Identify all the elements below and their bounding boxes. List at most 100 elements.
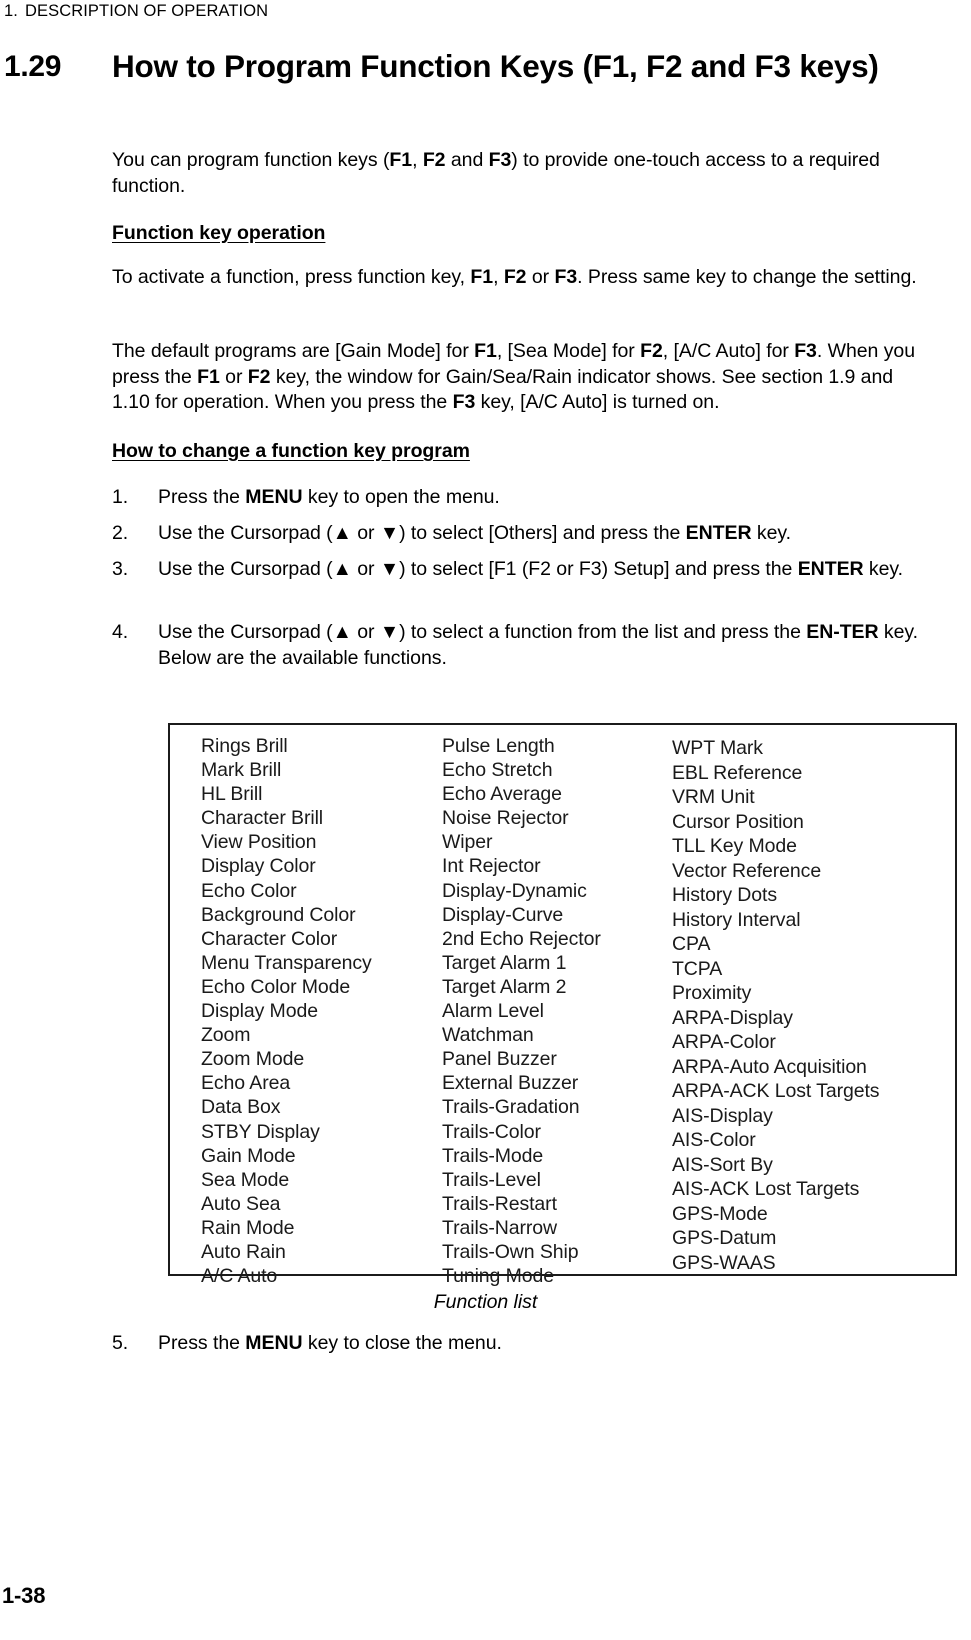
section-heading: 1.29 How to Program Function Keys (F1, F… [4,47,964,85]
function-list-item: Trails-Color [442,1120,541,1143]
function-list-item: Target Alarm 2 [442,975,567,998]
function-list-item: A/C Auto [201,1265,278,1288]
step-2-text-2: key. [751,522,791,544]
function-list-item: Echo Average [442,783,562,806]
function-list-item: VRM Unit [672,786,755,808]
function-list-item: Display-Curve [442,903,564,926]
step-4-text-1: Use the Cursorpad (▲ or ▼) to select a f… [158,621,807,643]
function-list-item: EBL Reference [672,761,803,784]
function-list-item: Pulse Length [442,735,555,757]
function-list-item: Character Color [201,927,338,950]
function-list-item: Rings Brill [201,735,288,757]
function-list-item: View Position [201,831,317,854]
activate-paragraph: To activate a function, press function k… [112,265,934,291]
function-list-item: Auto Sea [201,1192,281,1215]
key-f1: F1 [474,340,497,362]
step-5-text-1: Press the [158,1332,246,1354]
key-f2: F2 [503,266,527,288]
intro-text-2: , [412,149,423,171]
function-list-item: CPA [672,933,711,955]
function-list-item: Trails-Narrow [442,1216,557,1239]
function-list-item: Zoom Mode [201,1048,305,1071]
function-list-item: TLL Key Mode [672,835,797,857]
function-list-item: Trails-Restart [442,1192,557,1215]
key-f1: F1 [197,365,220,388]
function-list-item: Gain Mode [201,1144,296,1167]
default-text-2: , [Sea Mode] for [496,340,641,362]
key-f2: F2 [422,149,446,171]
activate-text-2: , [493,266,504,288]
default-text-7: key, [A/C Auto] is turned on. [475,391,720,413]
function-list-item: External Buzzer [442,1072,579,1095]
function-list-item: Data Box [201,1096,281,1119]
function-list-item: Echo Color [201,879,297,902]
key-enter: ENTER [685,522,752,544]
key-f3: F3 [554,266,578,288]
function-list-item: Mark Brill [201,759,282,782]
document-page: 1. DESCRIPTION OF OPERATION 1.29 How to P… [0,0,971,1640]
key-f3: F3 [488,149,512,171]
step-3-text-2: key. [863,558,904,580]
function-list-item: History Interval [672,908,801,931]
function-list-item: Character Brill [201,807,324,830]
function-list-item: STBY Display [201,1120,320,1143]
function-list-item: Panel Buzzer [442,1048,557,1071]
running-head-title: DESCRIPTION OF OPERATION [24,2,269,20]
default-text-1: The default programs are [Gain Mode] for [112,340,475,362]
function-list-item: Trails-Mode [442,1144,544,1167]
step-1: 1. Press the MENU key to open the menu. [112,485,934,511]
page-title: How to Program Function Keys (F1, F2 and… [112,48,879,84]
key-f3: F3 [452,391,476,413]
running-head-chapter-number: 1. [4,2,18,20]
intro-text-3: and [445,149,489,171]
key-enter: EN-TER [806,621,879,643]
function-list-column-2: Pulse Length Echo Stretch Echo Average Nois… [442,734,601,1288]
function-list-item: Echo Stretch [442,759,553,782]
function-list-column-1: Rings Brill Mark Brill HL Brill Character B… [201,734,372,1288]
function-list-item: AIS-ACK Lost Targets [672,1178,860,1200]
section-number: 1.29 [4,50,62,83]
key-f1: F1 [470,266,494,288]
function-list-item: Zoom [201,1024,251,1047]
function-list-item: 2nd Echo Rejector [442,927,601,950]
intro-paragraph: You can program function keys (F1, F2 an… [112,148,934,199]
subheading-function-key-operation-wrap: Function key operation [112,222,934,245]
subheading-function-key-operation: Function key operation [112,222,326,244]
default-text-3: , [A/C Auto] for [662,340,795,362]
function-list-item: AIS-Sort By [672,1153,773,1176]
function-list-item: TCPA [672,957,723,980]
default-programs-paragraph: The default programs are [Gain Mode] for… [112,339,934,416]
step-5-number: 5. [112,1332,129,1354]
function-list-item: Display Mode [201,1000,318,1023]
subheading-how-to-change: How to change a function key program [112,440,470,462]
figure-caption: Function list [433,1291,538,1313]
function-list-columns: Rings Brill Mark Brill HL Brill Character B… [170,725,955,1287]
function-list-item: Noise Rejector [442,807,569,830]
key-enter: ENTER [797,558,864,580]
function-list-item: Menu Transparency [201,951,372,974]
step-2-text-1: Use the Cursorpad (▲ or ▼) to select [Ot… [158,522,686,544]
function-list-item: ARPA-Display [672,1006,793,1029]
key-f1: F1 [389,149,413,171]
step-2: 2. Use the Cursorpad (▲ or ▼) to select … [112,521,934,547]
intro-text-1: You can program function keys ( [112,149,390,171]
function-list-item: AIS-Display [672,1104,773,1127]
step-2-number: 2. [112,522,129,544]
step-1-number: 1. [112,486,129,508]
function-list-item: Trails-Own Ship [442,1240,579,1263]
function-list-item: GPS-Mode [672,1202,768,1225]
function-list-item: ARPA-Auto Acquisition [672,1055,867,1078]
function-list-item: Proximity [672,982,752,1004]
activate-text-1: To activate a function, press function k… [112,266,471,288]
function-list-item: Vector Reference [672,859,822,882]
key-f2: F2 [640,340,663,362]
function-list-item: Echo Area [201,1072,291,1095]
step-4-number: 4. [112,621,129,643]
function-list-column-3: WPT Mark EBL Reference VRM Unit Cursor Posi… [672,736,880,1275]
function-list-item: Echo Color Mode [201,975,351,998]
activate-text-4: . Press same key to change the setting. [577,266,917,288]
subheading-how-to-change-wrap: How to change a function key program [112,440,934,463]
function-list-item: WPT Mark [672,737,763,759]
step-5: 5. Press the MENU key to close the menu. [112,1331,934,1357]
function-list-item: ARPA-ACK Lost Targets [672,1080,880,1102]
